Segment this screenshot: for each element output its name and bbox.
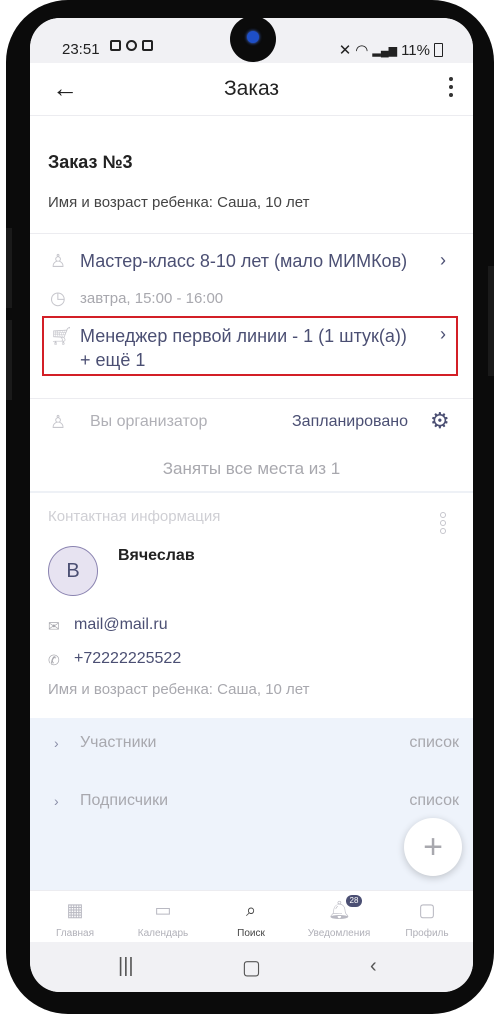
- tab-profile[interactable]: ▢ Профиль: [384, 891, 470, 941]
- tab-label: Календарь: [137, 928, 189, 939]
- divider-2: [30, 398, 473, 399]
- contact-child-info: Имя и возраст ребенка: Саша, 10 лет: [48, 681, 310, 698]
- contact-name: Вячеслав: [118, 547, 195, 564]
- list-item-subscribers[interactable]: › Подписчики список: [30, 788, 473, 818]
- tab-label: Главная: [55, 928, 95, 939]
- child-info: Имя и возраст ребенка: Саша, 10 лет: [48, 194, 310, 211]
- power-button: [488, 266, 494, 376]
- status-right: ✕ ◠ ▂▄▆ 11%: [339, 41, 443, 59]
- grid-icon: ▦: [66, 900, 84, 920]
- tab-calendar[interactable]: ▭ Календарь: [120, 891, 206, 941]
- tab-label: Профиль: [405, 928, 449, 939]
- chevron-right-small-icon: ›: [54, 793, 59, 809]
- seats-info: Заняты все места из 1: [162, 459, 341, 478]
- person-icon: ♙: [50, 251, 67, 271]
- contacts-header: Контактная информация: [48, 508, 221, 525]
- clock-icon: ◷: [50, 288, 66, 308]
- app-notif-icon: [142, 40, 153, 51]
- front-camera: [230, 18, 276, 62]
- home-nav-icon[interactable]: ▢: [242, 955, 261, 980]
- organizer-label: Вы организатор: [90, 413, 208, 430]
- order-item[interactable]: Менеджер первой линии - 1 (1 штук(а)) + …: [80, 324, 420, 372]
- contacts-more-icon[interactable]: [440, 512, 446, 536]
- mute-icon: ✕: [338, 42, 352, 59]
- tab-home[interactable]: ▦ Главная: [32, 891, 118, 941]
- more-vert-icon[interactable]: [449, 77, 455, 101]
- chevron-right-small-icon: ›: [54, 735, 59, 751]
- phone-icon: ✆: [48, 652, 60, 668]
- search-notif-icon: [126, 40, 137, 51]
- notification-badge: 28: [346, 895, 362, 907]
- divider-3: [30, 491, 473, 493]
- add-button[interactable]: +: [404, 818, 462, 876]
- tab-notifications[interactable]: 🔔︎ 28 Уведомления: [296, 891, 382, 941]
- gallery-icon: [110, 40, 121, 51]
- battery-icon: [434, 43, 443, 57]
- screen: 23:51 ✕ ◠ ▂▄▆ 11% ← Заказ Заказ №3 Имя и…: [30, 18, 473, 992]
- order-title: Заказ №3: [48, 152, 133, 172]
- divider: [30, 233, 473, 234]
- event-title[interactable]: Мастер-класс 8-10 лет (мало МИМКов): [80, 251, 407, 272]
- list-label: Подписчики: [80, 792, 169, 809]
- wifi-icon: ◠: [355, 42, 369, 59]
- chevron-right-icon[interactable]: ›: [440, 250, 446, 271]
- recents-icon[interactable]: |||: [118, 955, 134, 978]
- tab-label: Уведомления: [307, 928, 371, 939]
- app-bar: ← Заказ: [30, 63, 473, 116]
- back-nav-icon[interactable]: ‹: [370, 955, 377, 978]
- page-title: Заказ: [223, 77, 280, 100]
- lists-section: › Участники список › Подписчики список: [30, 718, 473, 893]
- organizer-person-icon: ♙: [50, 412, 67, 432]
- list-action[interactable]: список: [409, 734, 459, 752]
- system-nav-bar: ||| ▢ ‹: [30, 942, 473, 992]
- search-icon: ⌕: [245, 900, 257, 920]
- mail-icon: ✉: [48, 618, 60, 634]
- battery-level: 11%: [401, 41, 430, 59]
- chevron-right-icon-2[interactable]: ›: [440, 324, 446, 345]
- bottom-tab-bar: ▦ Главная ▭ Календарь ⌕ Поиск 🔔︎ 28 Увед…: [30, 890, 473, 943]
- tab-search[interactable]: ⌕ Поиск: [208, 891, 294, 941]
- cart-icon: 🛒︎: [50, 326, 73, 346]
- status-time: 23:51: [62, 41, 100, 58]
- volume-button: [6, 228, 12, 308]
- avatar: В: [48, 546, 98, 596]
- order-status[interactable]: Запланировано: [292, 413, 408, 431]
- gear-icon[interactable]: ⚙: [430, 408, 450, 434]
- notification-icons: [110, 40, 153, 51]
- list-action[interactable]: список: [409, 792, 459, 810]
- calendar-icon: ▭: [154, 900, 172, 920]
- volume-button-2: [6, 320, 12, 400]
- signal-icon: ▂▄▆: [372, 44, 398, 57]
- contact-phone[interactable]: +72222225522: [74, 650, 181, 668]
- list-item-participants[interactable]: › Участники список: [30, 730, 473, 760]
- profile-icon: ▢: [418, 900, 436, 920]
- tab-label: Поиск: [237, 928, 265, 939]
- contact-email[interactable]: mail@mail.ru: [74, 616, 168, 634]
- event-time: завтра, 15:00 - 16:00: [80, 290, 224, 307]
- list-label: Участники: [80, 734, 157, 751]
